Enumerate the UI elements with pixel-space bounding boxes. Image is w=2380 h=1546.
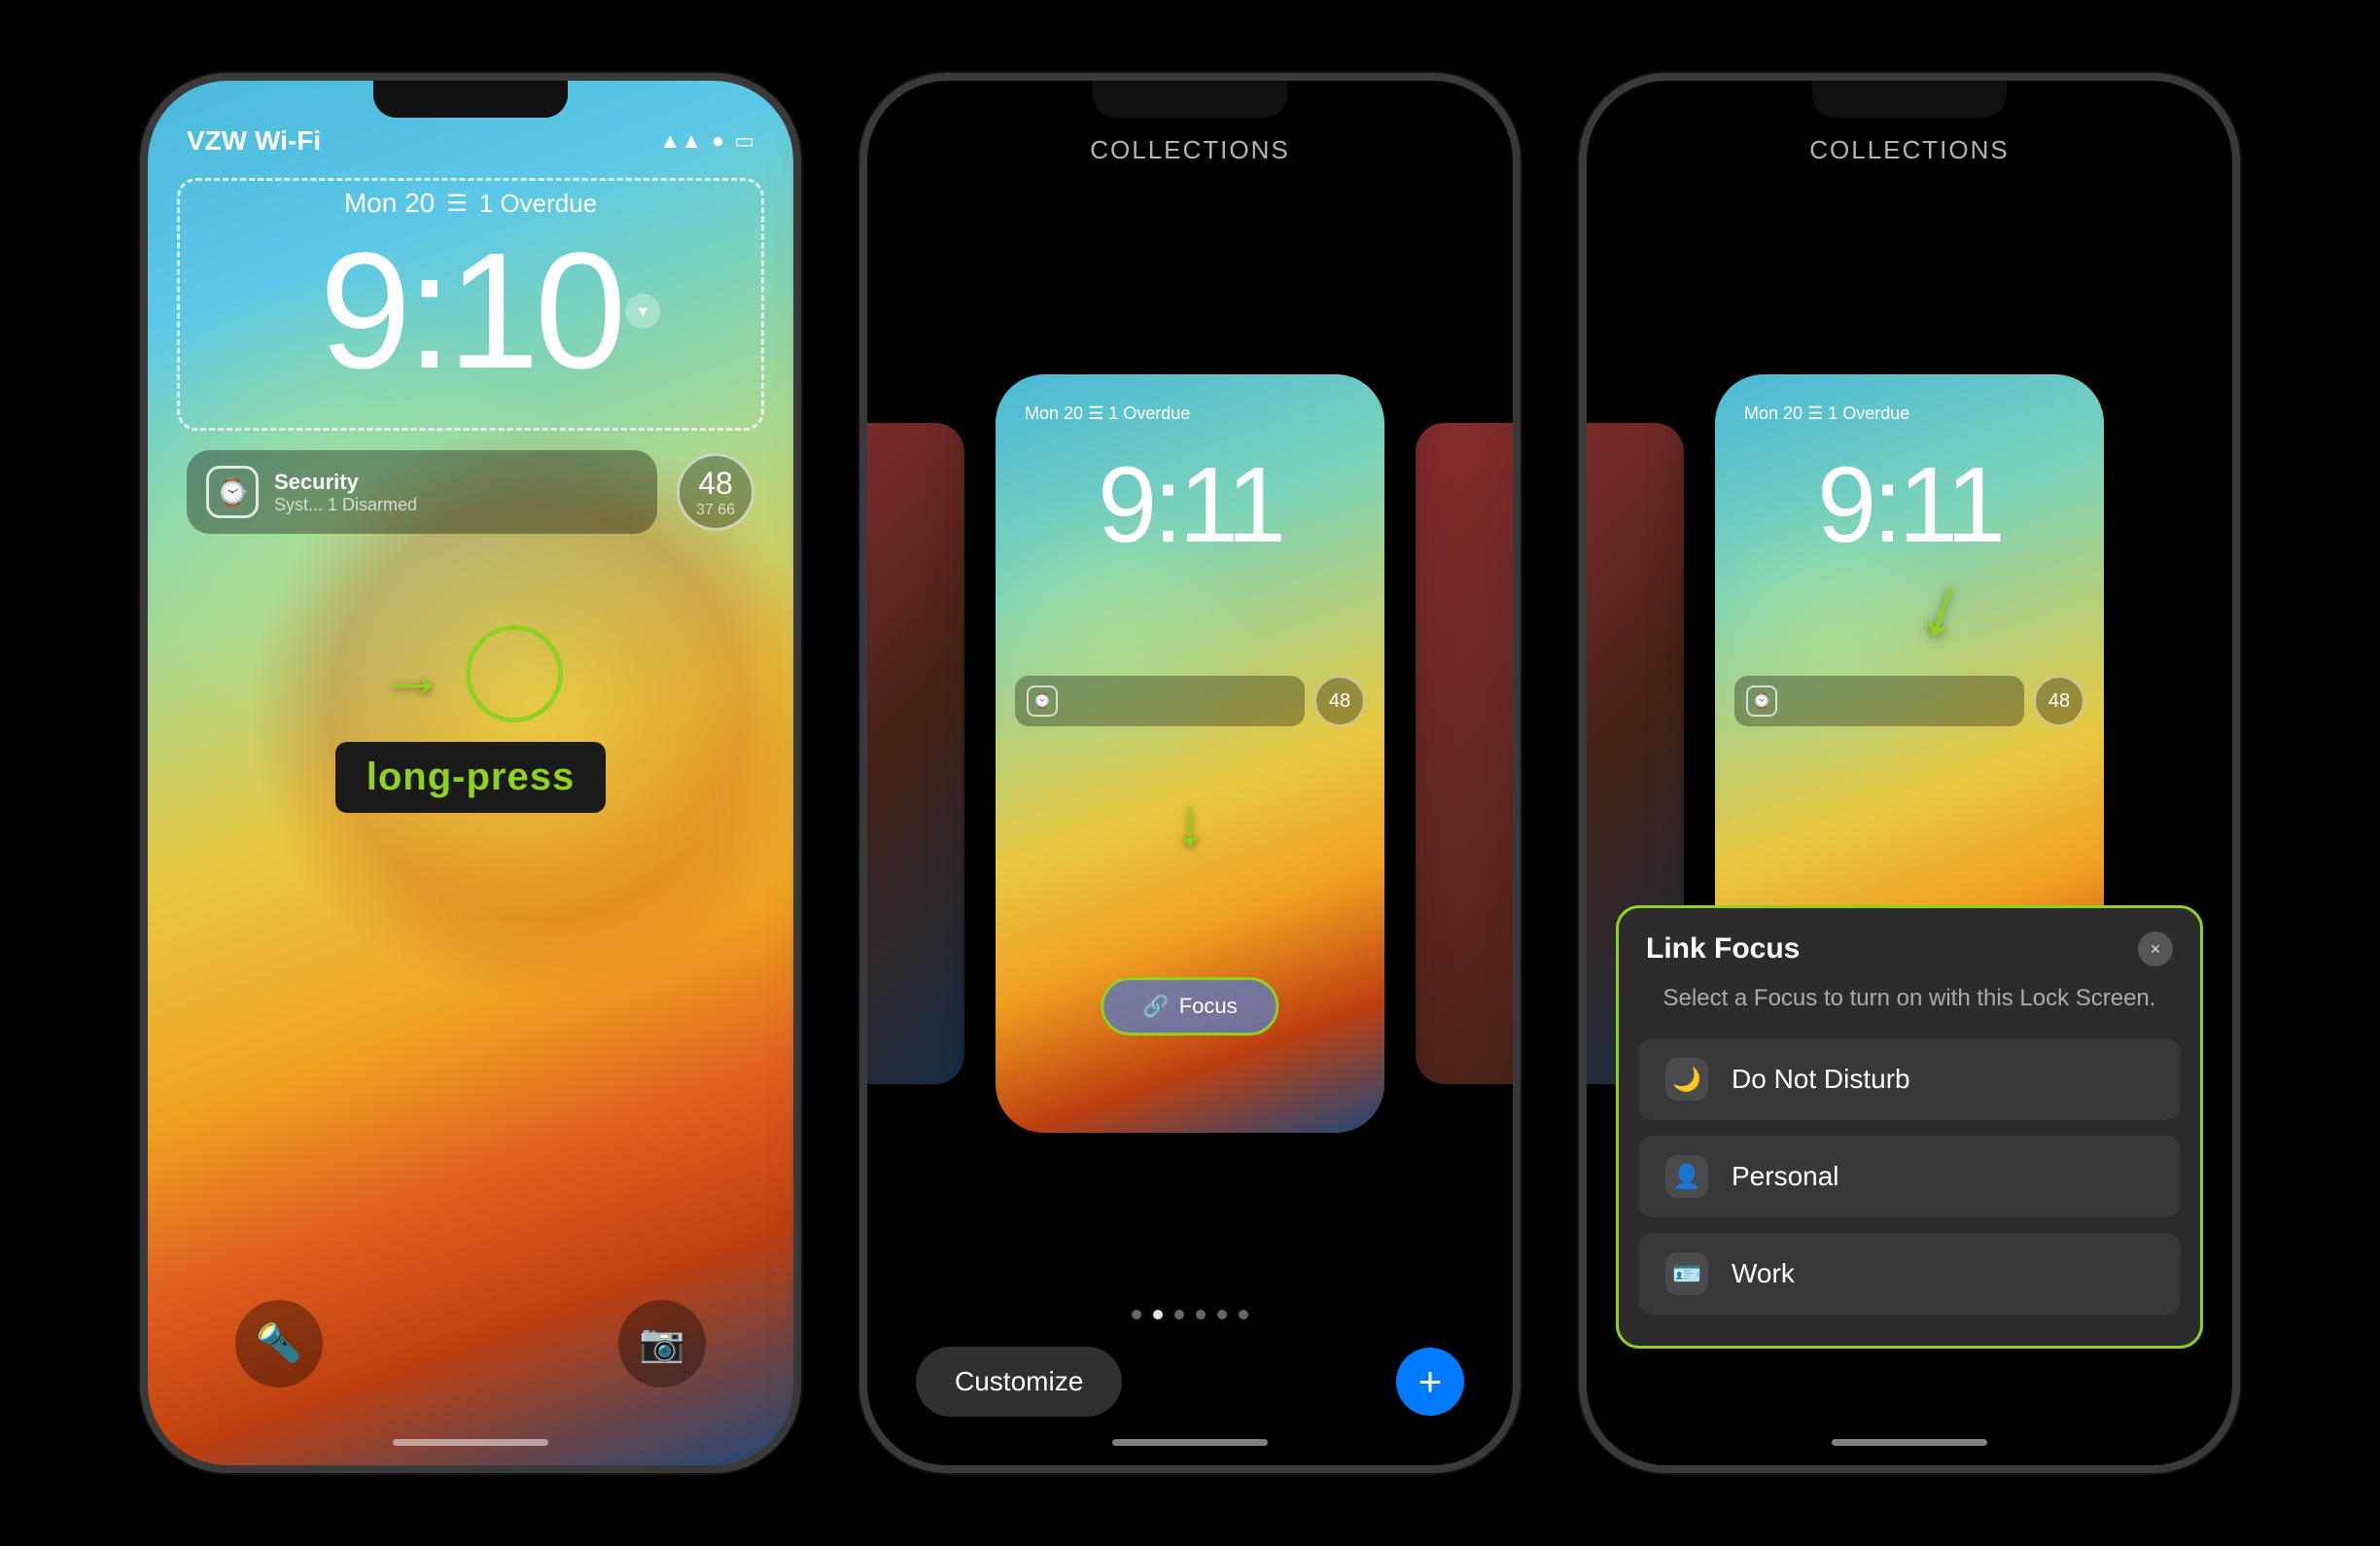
arrow-circle-group: → [378,625,563,722]
widget-area: ⌚ Security Syst... 1 Disarmed 48 37 66 [187,450,754,534]
modal-title: Link Focus [1646,932,1800,966]
side-screen-left [867,423,964,1084]
status-bar-1: VZW Wi-Fi ▲▲ ● ▭ [187,125,754,157]
mini-time-3: 9:11 [1715,452,2104,559]
long-press-label: long-press [335,742,606,813]
side-screen-right [1416,423,1513,1084]
mini-watch-icon: ⌚ [1027,685,1058,717]
notch-3 [1812,81,2007,118]
list-icon: ☰ [446,190,468,218]
home-indicator-2 [1112,1439,1268,1446]
focus-option-work[interactable]: 🪪 Work [1638,1233,2181,1315]
mini-watch-icon-3: ⌚ [1746,685,1777,717]
dnd-label: Do Not Disturb [1732,1064,1910,1095]
focus-option-personal[interactable]: 👤 Personal [1638,1136,2181,1217]
dnd-icon: 🌙 [1665,1058,1708,1101]
battery-icon: ▭ [734,128,754,154]
work-label: Work [1732,1258,1795,1289]
focus-option-dnd[interactable]: 🌙 Do Not Disturb [1638,1038,2181,1120]
iphone-1: VZW Wi-Fi ▲▲ ● ▭ Mon 20 ☰ 1 Overdue 9:10… [140,73,801,1473]
widget-row: ⌚ Security Syst... 1 Disarmed 48 37 66 [187,450,754,534]
notch-1 [373,81,568,118]
mini-time-2: 9:11 [996,452,1384,559]
modal-header: Link Focus × [1619,908,2200,982]
time-container: 9:10 ▾ [320,228,622,394]
customize-button[interactable]: Customize [916,1347,1122,1417]
flashlight-button[interactable]: 🔦 [235,1300,323,1388]
carousel-area: Mon 20 ☰ 1 Overdue 9:11 ⌚ 48 ↓ 🔗 [867,178,1513,1329]
mini-date-3: Mon 20 ☰ 1 Overdue [1744,404,1909,424]
circle-number: 48 [698,466,733,502]
bottom-icons: 🔦 📷 [148,1300,793,1388]
date-text: Mon 20 [344,188,435,219]
focus-button-2[interactable]: 🔗 Focus [1101,977,1278,1036]
modal-bottom-padding [1619,1330,2200,1346]
dot-1 [1132,1310,1141,1319]
mini-list-icon-3: ☰ [1807,404,1828,423]
home-indicator-3 [1832,1439,1987,1446]
dot-4 [1196,1310,1206,1319]
security-widget: ⌚ Security Syst... 1 Disarmed [187,450,657,534]
time-display: 9:10 [320,228,622,394]
collections-header-2: COLLECTIONS [867,135,1513,165]
phone2-screen: COLLECTIONS Mon 20 ☰ 1 Overdue 9:11 ⌚ [867,81,1513,1465]
circle-sub: 37 66 [696,502,735,519]
status-icons: ▲▲ ● ▭ [659,128,754,154]
mini-circle-widget: 48 [1314,676,1365,726]
iphone-3: COLLECTIONS Mon 20 ☰ 1 Overdue 9:11 ⌚ [1579,73,2240,1473]
dots-indicator [867,1310,1513,1319]
personal-label: Personal [1732,1161,1839,1192]
mini-lockscreen-2: Mon 20 ☰ 1 Overdue 9:11 ⌚ 48 ↓ 🔗 [996,374,1384,1133]
dot-2 [1153,1310,1163,1319]
widget-title: Security [274,470,638,495]
dot-5 [1217,1310,1227,1319]
wifi-icon: ● [712,128,724,154]
watch-icon: ⌚ [206,466,259,518]
mini-status-2: Mon 20 ☰ 1 Overdue [1025,404,1355,424]
dot-6 [1239,1310,1248,1319]
link-icon: 🔗 [1142,994,1169,1019]
dot-3 [1174,1310,1184,1319]
green-arrow-right: → [378,635,446,713]
mini-widgets-3: ⌚ 48 [1734,676,2084,726]
date-line: Mon 20 ☰ 1 Overdue [344,188,597,219]
camera-button[interactable]: 📷 [618,1300,706,1388]
mini-watch-widget: ⌚ [1015,676,1305,726]
mini-widgets-2: ⌚ 48 [1015,676,1365,726]
home-indicator-1 [393,1439,548,1446]
mini-date-2: Mon 20 ☰ 1 Overdue [1025,404,1190,424]
personal-icon: 👤 [1665,1155,1708,1198]
modal-subtitle: Select a Focus to turn on with this Lock… [1619,982,2200,1038]
mini-watch-widget-3: ⌚ [1734,676,2024,726]
phone1-screen: VZW Wi-Fi ▲▲ ● ▭ Mon 20 ☰ 1 Overdue 9:10… [148,81,793,1465]
signal-icon: ▲▲ [659,128,702,154]
phone3-screen: COLLECTIONS Mon 20 ☰ 1 Overdue 9:11 ⌚ [1587,81,2232,1465]
mini-circle-widget-3: 48 [2034,676,2084,726]
mini-status-3: Mon 20 ☰ 1 Overdue [1744,404,2075,424]
notch-2 [1093,81,1287,118]
mini-list-icon: ☰ [1088,404,1108,423]
widget-subtitle: Syst... 1 Disarmed [274,495,638,515]
link-focus-modal: Link Focus × Select a Focus to turn on w… [1616,905,2203,1349]
lock-screen-info: Mon 20 ☰ 1 Overdue 9:10 ▾ [148,188,793,394]
work-icon: 🪪 [1665,1252,1708,1295]
press-circle [466,625,563,722]
phone2-bottom-bar: Customize + [867,1347,1513,1417]
carrier-label: VZW Wi-Fi [187,125,321,157]
weather-circle-widget: 48 37 66 [677,453,754,531]
arrow-down-2: ↓ [1173,783,1208,861]
iphone-2: COLLECTIONS Mon 20 ☰ 1 Overdue 9:11 ⌚ [859,73,1521,1473]
add-button[interactable]: + [1396,1348,1464,1416]
collections-header-3: COLLECTIONS [1587,135,2232,165]
widget-text: Security Syst... 1 Disarmed [274,470,638,515]
modal-close-button[interactable]: × [2138,931,2173,966]
long-press-annotation: → long-press [148,625,793,813]
overdue-badge: 1 Overdue [479,189,597,219]
time-dropdown-icon[interactable]: ▾ [625,294,660,329]
